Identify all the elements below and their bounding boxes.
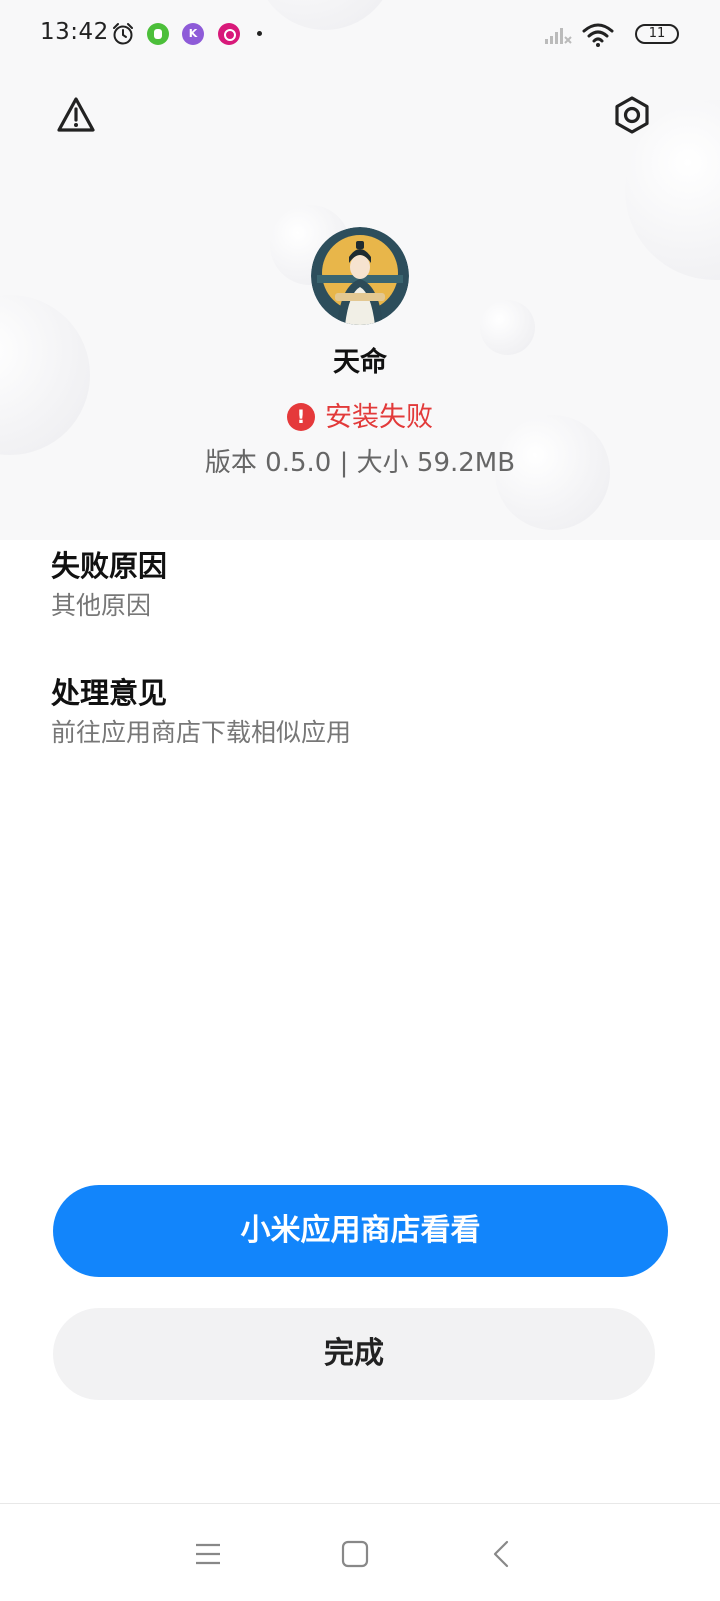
navigation-bar	[0, 1503, 720, 1601]
signal-icon	[545, 28, 572, 44]
install-status: ! 安装失败	[0, 395, 720, 434]
warning-icon[interactable]	[56, 95, 96, 135]
battery-level: 11	[648, 26, 666, 41]
advice-title: 处理意见	[51, 676, 168, 710]
error-icon: !	[287, 403, 315, 431]
done-button[interactable]: 完成	[53, 1308, 655, 1400]
status-time: 13:42	[40, 19, 109, 45]
app-meta: 版本 0.5.0 | 大小 59.2MB	[204, 448, 516, 478]
dot-icon	[257, 31, 262, 36]
alarm-icon	[113, 23, 133, 45]
purple-app-icon: K	[182, 23, 204, 45]
app-icon	[311, 227, 409, 325]
green-app-icon	[147, 23, 169, 45]
advice-text: 前往应用商店下载相似应用	[51, 718, 352, 747]
app-store-button[interactable]: 小米应用商店看看	[53, 1185, 668, 1277]
wifi-icon	[582, 23, 614, 47]
status-bar: 13:42 K 11	[0, 0, 720, 70]
failure-reason-title: 失败原因	[51, 549, 168, 583]
app-name: 天命	[333, 347, 387, 378]
home-icon[interactable]	[340, 1539, 370, 1569]
back-icon[interactable]	[487, 1539, 517, 1569]
install-status-text: 安装失败	[325, 402, 433, 433]
battery-icon: 11	[635, 24, 679, 44]
pink-app-icon	[218, 23, 240, 45]
failure-reason-text: 其他原因	[51, 591, 152, 620]
settings-icon[interactable]	[612, 95, 652, 135]
menu-icon[interactable]	[193, 1539, 223, 1569]
